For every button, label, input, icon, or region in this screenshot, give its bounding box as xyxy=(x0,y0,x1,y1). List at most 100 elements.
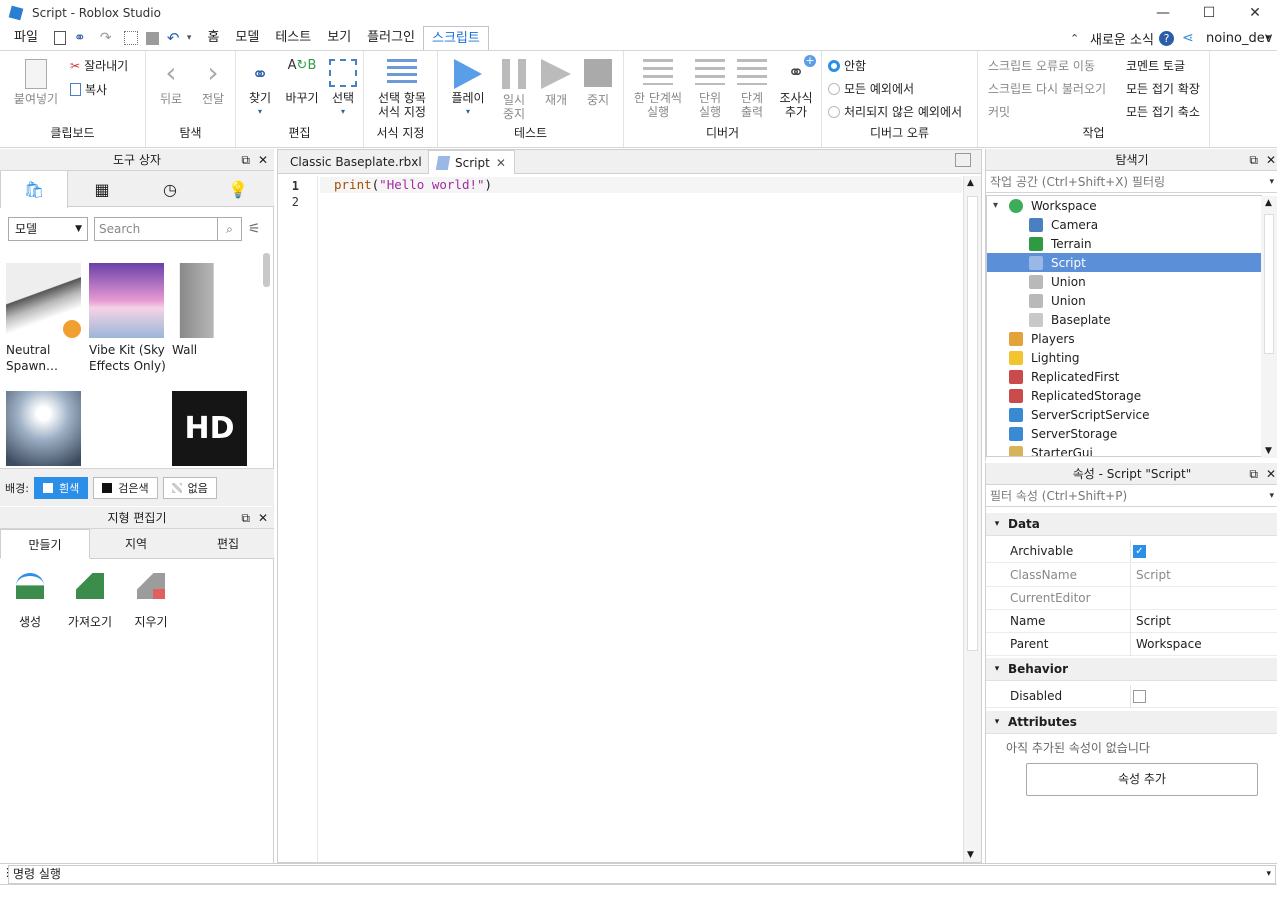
menu-plugins[interactable]: 플러그인 xyxy=(359,26,423,50)
scroll-thumb[interactable] xyxy=(967,196,978,651)
toolbox-scrollbar[interactable] xyxy=(263,253,270,287)
add-watch-button[interactable]: ⚭ + 조사식 추가 xyxy=(774,55,818,119)
explorer-node-serverstorage[interactable]: ServerStorage xyxy=(987,424,1261,443)
pause-button[interactable]: 일시 중지 xyxy=(494,59,534,121)
menu-model[interactable]: 모델 xyxy=(227,26,267,50)
toolbox-item[interactable]: Wall xyxy=(172,263,250,358)
undo-icon[interactable]: ↶ xyxy=(167,30,183,46)
split-view-icon[interactable] xyxy=(955,153,971,167)
archivable-checkbox[interactable]: ✓ xyxy=(1133,544,1146,558)
search-icon[interactable]: ⌕ xyxy=(217,218,241,240)
tab-region[interactable]: 지역 xyxy=(90,529,182,559)
user-name[interactable]: noino_dev xyxy=(1206,31,1272,46)
step-out-button[interactable]: 단계 출력 xyxy=(732,59,772,119)
close-icon[interactable]: ✕ xyxy=(496,151,506,175)
property-value[interactable]: Script xyxy=(1131,614,1171,628)
chevron-down-icon[interactable]: ▾ xyxy=(1266,866,1271,883)
select-icon[interactable] xyxy=(123,31,138,45)
search-input[interactable]: Search ⌕ xyxy=(94,217,242,241)
maximize-button[interactable]: ☐ xyxy=(1186,0,1232,26)
command-input[interactable]: 명령 실행 ▾ xyxy=(8,865,1276,884)
resume-button[interactable]: 재개 xyxy=(536,59,576,107)
new-file-icon[interactable] xyxy=(53,31,66,45)
toolbox-item[interactable]: Vibe Kit (Sky Effects Only) xyxy=(89,263,167,374)
property-parent[interactable]: Parent Workspace xyxy=(986,632,1277,656)
commit-button[interactable]: 커밋 xyxy=(988,103,1010,120)
tab-creations[interactable]: 💡 xyxy=(204,171,272,207)
chevron-down-icon[interactable]: ▾ xyxy=(1269,171,1274,193)
explorer-node-serverscriptservice[interactable]: ServerScriptService xyxy=(987,405,1261,424)
step-into-button[interactable]: 한 단계씩 실행 xyxy=(630,59,686,119)
tab-inventory[interactable]: ▦ xyxy=(68,171,136,207)
terrain-dock-icon[interactable]: ⧉ xyxy=(241,507,250,529)
background-none-option[interactable]: 없음 xyxy=(162,476,217,499)
step-over-button[interactable]: 단위 실행 xyxy=(690,59,730,119)
explorer-close-icon[interactable]: ✕ xyxy=(1266,149,1276,171)
select-button[interactable]: 선택 ▾ xyxy=(326,59,360,119)
chevron-down-icon[interactable]: ▾ xyxy=(1269,485,1274,507)
stop-icon[interactable] xyxy=(145,31,159,45)
property-value[interactable]: Workspace xyxy=(1131,637,1202,651)
explorer-node-startergui[interactable]: StarterGui xyxy=(987,443,1261,456)
editor-scrollbar[interactable]: ▲ ▼ xyxy=(963,176,981,862)
toolbox-close-icon[interactable]: ✕ xyxy=(258,149,268,171)
tab-classic-baseplate[interactable]: Classic Baseplate.rbxl ✕ xyxy=(282,150,446,174)
user-menu-chevron-icon[interactable]: ▾ xyxy=(1266,33,1271,43)
explorer-node-union[interactable]: Union xyxy=(987,272,1261,291)
paste-button[interactable]: 붙여넣기 xyxy=(8,59,64,106)
background-white-option[interactable]: 흰색 xyxy=(33,476,89,499)
explorer-node-players[interactable]: Players xyxy=(987,329,1261,348)
menu-test[interactable]: 테스트 xyxy=(267,26,319,50)
explorer-node-baseplate[interactable]: Baseplate xyxy=(987,310,1261,329)
stop-button[interactable]: 중지 xyxy=(578,59,618,107)
help-icon[interactable]: ? xyxy=(1159,30,1174,46)
minimize-button[interactable]: — xyxy=(1140,0,1186,26)
format-selection-button[interactable]: 선택 항목 서식 지정 xyxy=(370,59,434,119)
share-icon[interactable]: ⋖ xyxy=(1182,30,1194,46)
expand-all-folds-button[interactable]: 모든 접기 확장 xyxy=(1126,80,1200,97)
scroll-down-icon[interactable]: ▼ xyxy=(1265,446,1272,456)
close-button[interactable]: ✕ xyxy=(1232,0,1277,26)
menu-view[interactable]: 보기 xyxy=(319,26,359,50)
explorer-node-lighting[interactable]: Lighting xyxy=(987,348,1261,367)
redo-icon[interactable]: ↷ xyxy=(100,30,116,46)
import-tool[interactable]: 가져오기 xyxy=(62,573,118,630)
toolbox-dock-icon[interactable]: ⧉ xyxy=(241,149,250,171)
explorer-node-script[interactable]: Script xyxy=(987,253,1261,272)
scroll-down-icon[interactable]: ▼ xyxy=(967,850,974,860)
tab-script[interactable]: Script ✕ xyxy=(428,150,515,174)
code-line-1[interactable]: print("Hello world!") xyxy=(334,177,492,193)
scroll-up-icon[interactable]: ▲ xyxy=(967,178,974,188)
tab-edit[interactable]: 편집 xyxy=(182,529,274,559)
scroll-thumb[interactable] xyxy=(1264,214,1274,354)
generate-tool[interactable]: 생성 xyxy=(10,573,50,630)
explorer-node-workspace[interactable]: ▾ Workspace xyxy=(987,196,1261,215)
section-data[interactable]: ▾ Data xyxy=(986,513,1277,536)
explorer-filter-input[interactable]: 작업 공간 (Ctrl+Shift+X) 필터링 ▾ xyxy=(986,171,1277,193)
explorer-scrollbar[interactable]: ▲ ▼ xyxy=(1261,196,1277,458)
tab-create[interactable]: 만들기 xyxy=(0,529,90,559)
copy-button[interactable]: 복사 xyxy=(70,81,107,98)
explorer-node-union[interactable]: Union xyxy=(987,291,1261,310)
tab-marketplace[interactable]: 🛍 xyxy=(0,171,68,208)
disabled-checkbox[interactable] xyxy=(1133,689,1146,703)
toolbox-item[interactable] xyxy=(6,391,84,470)
background-black-option[interactable]: 검은색 xyxy=(93,476,158,499)
goto-error-button[interactable]: 스크립트 오류로 이동 xyxy=(988,57,1095,74)
section-behavior[interactable]: ▾ Behavior xyxy=(986,658,1277,681)
properties-dock-icon[interactable]: ⧉ xyxy=(1249,463,1258,485)
tab-recent[interactable]: ◷ xyxy=(136,171,204,207)
collapse-all-folds-button[interactable]: 모든 접기 축소 xyxy=(1126,103,1200,120)
terrain-close-icon[interactable]: ✕ xyxy=(258,507,268,529)
properties-close-icon[interactable]: ✕ xyxy=(1266,463,1276,485)
explorer-node-terrain[interactable]: Terrain xyxy=(987,234,1261,253)
explorer-node-camera[interactable]: Camera xyxy=(987,215,1261,234)
menu-file[interactable]: 파일 xyxy=(6,26,46,50)
news-link[interactable]: 새로운 소식 xyxy=(1090,29,1154,48)
toolbox-item[interactable]: Neutral Spawn… xyxy=(6,263,84,374)
chevron-down-icon[interactable]: ▾ xyxy=(187,33,192,43)
back-button[interactable]: ‹ 뒤로 xyxy=(154,57,188,107)
cut-button[interactable]: ✂ 잘라내기 xyxy=(70,57,128,74)
explorer-dock-icon[interactable]: ⧉ xyxy=(1249,149,1258,171)
toolbox-item[interactable]: HD xyxy=(172,391,250,470)
